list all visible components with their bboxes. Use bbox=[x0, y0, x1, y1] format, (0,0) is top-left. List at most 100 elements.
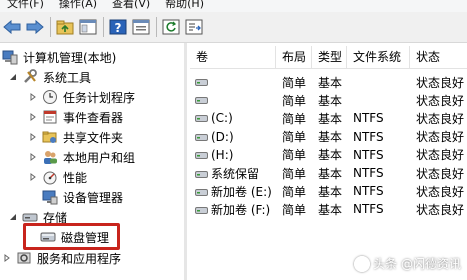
tree-item-label: 设备管理器 bbox=[63, 190, 124, 205]
volume-list: 卷 布局 类型 文件系统 状态 简单 基本 状态良好 简单 基本 状态良好 (C:) 简单 基本… bbox=[190, 43, 467, 280]
table-cell-text: (D:) bbox=[211, 129, 234, 144]
export-list-icon bbox=[185, 19, 203, 35]
collapsed-arrow-icon[interactable] bbox=[28, 132, 38, 142]
menu-file[interactable]: 文件(F) bbox=[0, 0, 52, 9]
column-header-filesystem[interactable]: 文件系统 bbox=[347, 46, 410, 69]
table-cell-layout: 简单 bbox=[276, 128, 312, 145]
table-cell-type: 基本 bbox=[312, 74, 347, 91]
table-cell-status: 状态良好 bbox=[410, 146, 467, 163]
show-hide-tree-button[interactable] bbox=[78, 17, 98, 37]
table-cell-text: 基本 bbox=[318, 148, 343, 163]
table-cell-layout: 简单 bbox=[276, 183, 312, 200]
collapsed-arrow-icon[interactable] bbox=[28, 152, 38, 162]
tree-item-shared-folders[interactable]: 共享文件夹 bbox=[28, 127, 123, 147]
table-cell-text: 状态良好 bbox=[416, 202, 465, 217]
tree-item-label: 计算机管理(本地) bbox=[23, 50, 117, 65]
tree-item-label: 共享文件夹 bbox=[63, 130, 124, 145]
table-cell-status: 状态良好 bbox=[410, 92, 467, 109]
volume-icon bbox=[195, 97, 208, 105]
column-header-layout[interactable]: 布局 bbox=[276, 46, 312, 69]
up-folder-button[interactable] bbox=[55, 17, 75, 37]
table-cell-text: 简单 bbox=[282, 111, 307, 126]
table-cell-text: 状态良好 bbox=[416, 166, 465, 181]
expanded-arrow-icon[interactable] bbox=[8, 72, 18, 82]
table-row[interactable]: 新加卷 (E:) 简单 基本 NTFS 状态良好 bbox=[190, 182, 467, 200]
table-cell-layout: 简单 bbox=[276, 165, 312, 182]
table-cell-type: 基本 bbox=[312, 128, 347, 145]
table-row[interactable]: 简单 基本 状态良好 bbox=[190, 73, 467, 91]
table-cell-text: 基本 bbox=[318, 166, 343, 181]
expanded-arrow-icon[interactable] bbox=[8, 212, 18, 222]
table-cell-fs: NTFS bbox=[347, 184, 410, 198]
table-cell-text: 简单 bbox=[282, 184, 307, 199]
tree-item-event-viewer[interactable]: 事件查看器 bbox=[28, 107, 123, 127]
menu-action[interactable]: 操作(A) bbox=[52, 0, 105, 9]
menu-view[interactable]: 查看(V) bbox=[105, 0, 158, 9]
table-cell-volume: 系统保留 bbox=[190, 165, 276, 182]
table-cell-layout: 简单 bbox=[276, 92, 312, 109]
forward-button[interactable] bbox=[25, 17, 45, 37]
column-header-type[interactable]: 类型 bbox=[312, 46, 347, 69]
tree-item-local-users-groups[interactable]: 本地用户和组 bbox=[28, 147, 135, 167]
volume-icon bbox=[195, 133, 208, 141]
tree-item-computer-management[interactable]: 计算机管理(本地) bbox=[2, 47, 116, 67]
collapsed-arrow-icon[interactable] bbox=[28, 172, 38, 182]
table-cell-type: 基本 bbox=[312, 110, 347, 127]
volume-icon bbox=[195, 170, 208, 178]
column-header-status[interactable]: 状态 bbox=[410, 46, 467, 69]
table-cell-volume: 新加卷 (F:) bbox=[190, 201, 276, 218]
table-row[interactable]: (D:) 简单 基本 NTFS 状态良好 bbox=[190, 128, 467, 146]
collapsed-arrow-icon[interactable] bbox=[28, 112, 38, 122]
up-folder-icon bbox=[56, 20, 74, 35]
export-list-button[interactable] bbox=[184, 17, 204, 37]
refresh-button[interactable] bbox=[161, 17, 181, 37]
collapsed-arrow-icon[interactable] bbox=[28, 92, 38, 102]
table-row[interactable]: 新加卷 (F:) 简单 基本 NTFS 状态良好 bbox=[190, 200, 467, 218]
menu-help[interactable]: 帮助(H) bbox=[158, 0, 212, 9]
table-cell-text: 简单 bbox=[282, 93, 307, 108]
table-cell-text: NTFS bbox=[353, 166, 384, 180]
properties-button[interactable] bbox=[131, 17, 151, 37]
table-row[interactable]: (C:) 简单 基本 NTFS 状态良好 bbox=[190, 109, 467, 127]
help-icon: ? bbox=[109, 19, 127, 35]
table-cell-text: 状态良好 bbox=[416, 148, 465, 163]
table-cell-status: 状态良好 bbox=[410, 110, 467, 127]
table-cell-status: 状态良好 bbox=[410, 183, 467, 200]
table-cell-volume: (H:) bbox=[190, 148, 276, 162]
volume-icon bbox=[195, 115, 208, 123]
table-cell-type: 基本 bbox=[312, 146, 347, 163]
table-cell-text: 状态良好 bbox=[416, 130, 465, 145]
tree-item-task-scheduler[interactable]: 任务计划程序 bbox=[28, 87, 135, 107]
tree-item-system-tools[interactable]: 系统工具 bbox=[8, 67, 91, 87]
table-cell-text: 基本 bbox=[318, 184, 343, 199]
table-cell-text: NTFS bbox=[353, 202, 384, 217]
tree-item-label: 性能 bbox=[63, 170, 88, 185]
table-cell-text: NTFS bbox=[353, 111, 384, 126]
tree-item-label: 任务计划程序 bbox=[63, 90, 136, 105]
svg-text:?: ? bbox=[115, 21, 122, 35]
table-cell-text: 状态良好 bbox=[416, 93, 465, 108]
tree-item-services-apps[interactable]: 服务和应用程序 bbox=[2, 248, 121, 268]
event-log-icon bbox=[42, 109, 58, 125]
table-cell-text: 状态良好 bbox=[416, 75, 465, 90]
collapsed-arrow-icon[interactable] bbox=[2, 253, 12, 263]
table-row[interactable]: 系统保留 简单 基本 NTFS 状态良好 bbox=[190, 164, 467, 182]
table-cell-text: 基本 bbox=[318, 93, 343, 108]
table-cell-layout: 简单 bbox=[276, 146, 312, 163]
back-button[interactable] bbox=[2, 17, 22, 37]
show-hide-tree-icon bbox=[79, 19, 97, 35]
refresh-icon bbox=[162, 19, 180, 35]
tree-item-performance[interactable]: 性能 bbox=[28, 167, 87, 187]
table-row[interactable]: (H:) 简单 基本 NTFS 状态良好 bbox=[190, 146, 467, 164]
performance-icon bbox=[42, 169, 58, 185]
tree-item-device-manager[interactable]: 设备管理器 bbox=[42, 187, 123, 207]
tree-item-label: 系统工具 bbox=[43, 70, 92, 85]
clock-icon bbox=[42, 89, 58, 105]
help-button[interactable]: ? bbox=[108, 17, 128, 37]
column-header-volume[interactable]: 卷 bbox=[190, 46, 276, 69]
table-cell-status: 状态良好 bbox=[410, 165, 467, 182]
table-cell-status: 状态良好 bbox=[410, 74, 467, 91]
computer-management-icon bbox=[2, 49, 18, 65]
table-row[interactable]: 简单 基本 状态良好 bbox=[190, 91, 467, 109]
table-cell-layout: 简单 bbox=[276, 201, 312, 218]
